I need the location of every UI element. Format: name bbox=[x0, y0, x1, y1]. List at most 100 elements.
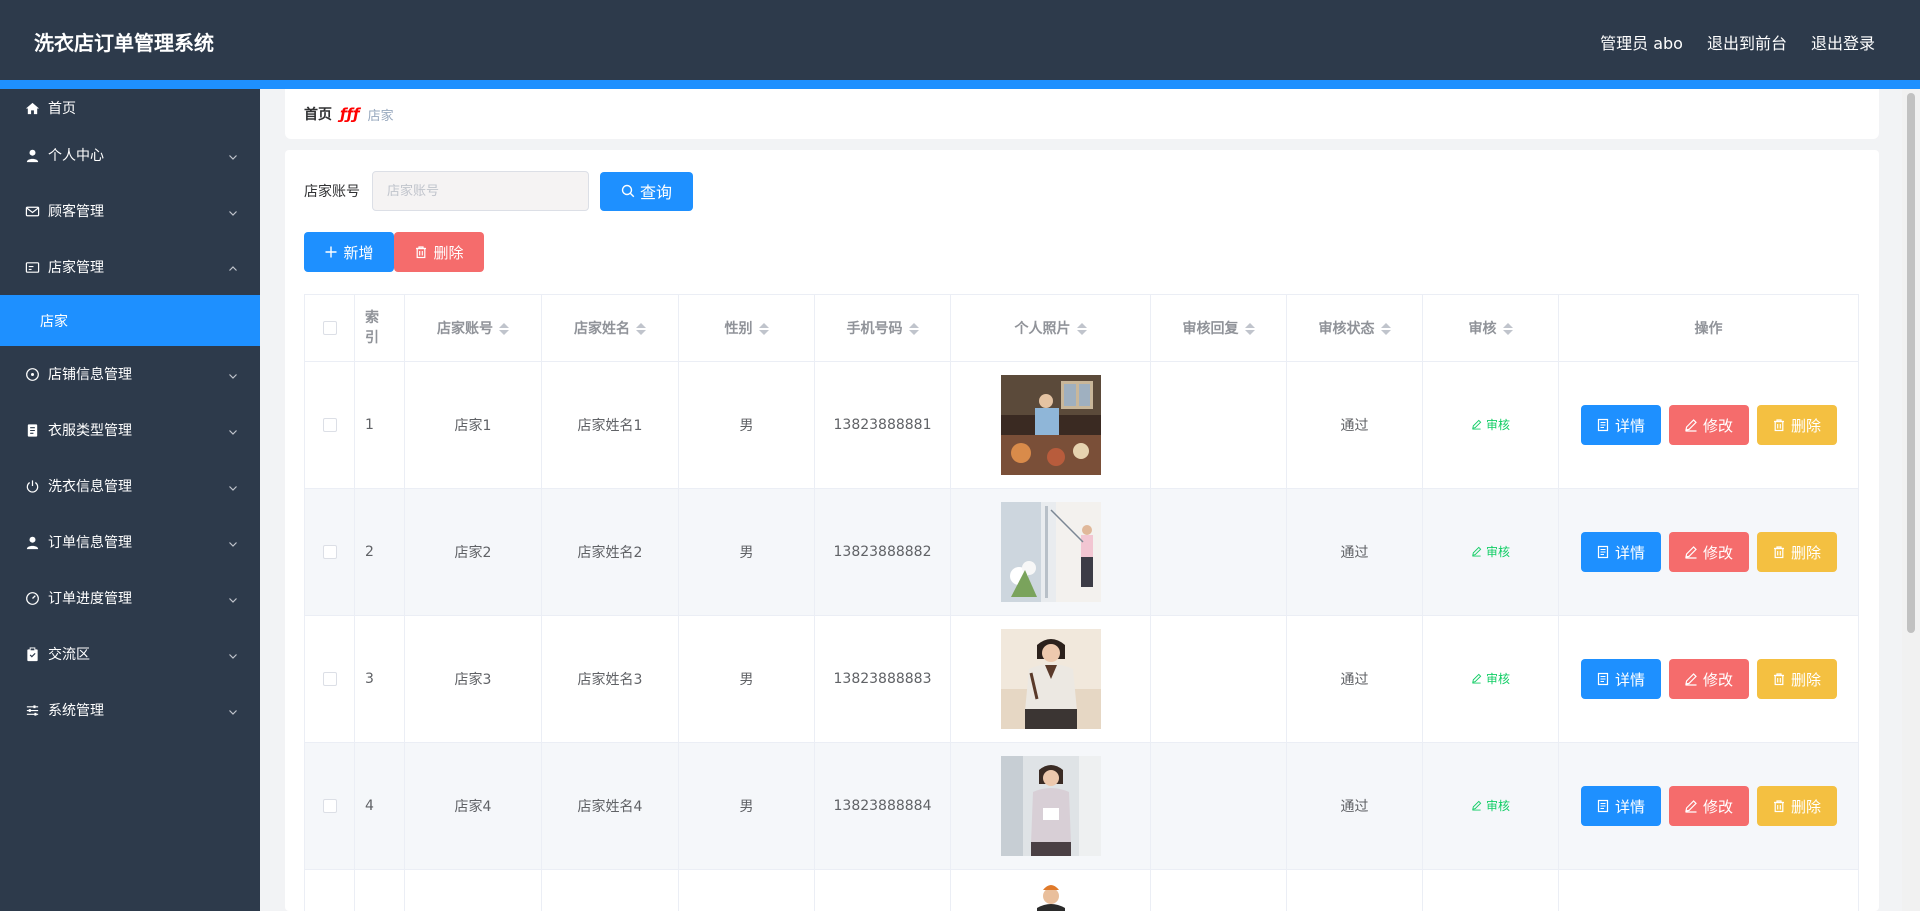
edit-icon bbox=[1685, 800, 1697, 813]
shop-photo[interactable] bbox=[1000, 882, 1101, 911]
header-ops-label: 操作 bbox=[1694, 321, 1723, 337]
sidebar-item-customer-management[interactable]: 顾客管理 bbox=[0, 183, 260, 239]
shop-photo[interactable] bbox=[1000, 375, 1101, 475]
header-reply-label: 审核回复 bbox=[1182, 321, 1239, 337]
chevron-up-icon bbox=[228, 262, 238, 272]
row-checkbox[interactable] bbox=[322, 799, 337, 813]
header-gender[interactable]: 性别 bbox=[678, 294, 815, 362]
cell-ops: 详情 修改 删除 bbox=[1558, 615, 1859, 743]
audit-link-label: 审核 bbox=[1485, 545, 1510, 559]
sidebar-item-label: 个人中心 bbox=[48, 148, 104, 164]
document-icon bbox=[1597, 672, 1609, 686]
row-checkbox[interactable] bbox=[322, 672, 337, 686]
delete-button[interactable]: 删除 bbox=[1756, 659, 1837, 699]
cell-status: 通过 bbox=[1286, 615, 1423, 743]
edit-icon bbox=[1472, 673, 1482, 684]
plus-icon bbox=[325, 246, 337, 258]
delete-button[interactable]: 删除 bbox=[1756, 786, 1837, 826]
cell-ops bbox=[1558, 869, 1859, 911]
select-all-checkbox[interactable] bbox=[322, 321, 337, 335]
sidebar-item-laundry-info-management[interactable]: 洗衣信息管理 bbox=[0, 458, 260, 514]
sidebar-subitem-shop[interactable]: 店家 bbox=[0, 295, 260, 346]
sidebar-item-home[interactable]: 首页 bbox=[0, 89, 260, 127]
scrollbar-thumb[interactable] bbox=[1907, 93, 1915, 633]
sort-caret-icon[interactable] bbox=[758, 323, 769, 335]
edit-button[interactable]: 修改 bbox=[1668, 532, 1749, 572]
header-phone[interactable]: 手机号码 bbox=[814, 294, 951, 362]
cell-index: 4 bbox=[354, 742, 405, 870]
shop-photo[interactable] bbox=[1000, 502, 1101, 602]
cell-reply bbox=[1150, 488, 1287, 616]
batch-delete-button[interactable]: 删除 bbox=[394, 232, 484, 272]
cell-account: 店家1 bbox=[404, 361, 542, 489]
header-audit[interactable]: 审核 bbox=[1422, 294, 1559, 362]
sort-caret-icon[interactable] bbox=[908, 323, 919, 335]
select-all-cell bbox=[304, 294, 355, 362]
cell-audit bbox=[1422, 869, 1559, 911]
sort-caret-icon[interactable] bbox=[1502, 323, 1513, 335]
trash-icon bbox=[1773, 419, 1784, 432]
sidebar-item-order-info-management[interactable]: 订单信息管理 bbox=[0, 514, 260, 570]
header-account[interactable]: 店家账号 bbox=[404, 294, 542, 362]
shop-photo[interactable] bbox=[1000, 756, 1101, 856]
delete-button[interactable]: 删除 bbox=[1756, 532, 1837, 572]
sort-caret-icon[interactable] bbox=[1380, 323, 1391, 335]
row-checkbox[interactable] bbox=[322, 418, 337, 432]
delete-button[interactable]: 删除 bbox=[1756, 405, 1837, 445]
sidebar-item-personal-center[interactable]: 个人中心 bbox=[0, 127, 260, 183]
cell-phone: 13823888884 bbox=[814, 742, 951, 870]
logout-link[interactable]: 退出登录 bbox=[1811, 30, 1875, 54]
sidebar-item-shop-management[interactable]: 店家管理 bbox=[0, 239, 260, 295]
page-scrollbar[interactable] bbox=[1902, 89, 1920, 911]
cell-phone: 13823888881 bbox=[814, 361, 951, 489]
shop-account-search-input[interactable] bbox=[372, 171, 589, 211]
sidebar-item-order-progress-management[interactable]: 订单进度管理 bbox=[0, 570, 260, 626]
sidebar-item-system-management[interactable]: 系统管理 bbox=[0, 682, 260, 738]
query-button[interactable]: 查询 bbox=[600, 171, 693, 211]
sidebar-item-label: 订单信息管理 bbox=[48, 535, 132, 551]
detail-button[interactable]: 详情 bbox=[1580, 786, 1661, 826]
edit-icon bbox=[1472, 800, 1482, 811]
edit-button[interactable]: 修改 bbox=[1668, 659, 1749, 699]
cell-name: 店家姓名3 bbox=[541, 615, 679, 743]
header-reply[interactable]: 审核回复 bbox=[1150, 294, 1287, 362]
header-name[interactable]: 店家姓名 bbox=[541, 294, 679, 362]
shop-photo[interactable] bbox=[1000, 629, 1101, 729]
sidebar-item-forum[interactable]: 交流区 bbox=[0, 626, 260, 682]
sidebar-item-label: 系统管理 bbox=[48, 703, 104, 719]
detail-button[interactable]: 详情 bbox=[1580, 659, 1661, 699]
trash-icon bbox=[416, 246, 427, 259]
detail-button[interactable]: 详情 bbox=[1580, 532, 1661, 572]
add-button[interactable]: 新增 bbox=[304, 232, 394, 272]
cell-photo bbox=[950, 742, 1151, 870]
sidebar-item-clothing-type-management[interactable]: 衣服类型管理 bbox=[0, 402, 260, 458]
power-icon bbox=[24, 478, 40, 494]
breadcrumb-separator-icon: ƒƒƒ bbox=[340, 105, 360, 123]
chevron-down-icon bbox=[228, 649, 238, 659]
audit-link[interactable]: 审核 bbox=[1471, 797, 1510, 814]
sidebar-item-label: 店家管理 bbox=[48, 260, 104, 276]
cell-ops: 详情 修改 删除 bbox=[1558, 488, 1859, 616]
sidebar-item-store-info-management[interactable]: 店铺信息管理 bbox=[0, 346, 260, 402]
header-photo[interactable]: 个人照片 bbox=[950, 294, 1151, 362]
search-icon bbox=[621, 184, 635, 198]
header-status[interactable]: 审核状态 bbox=[1286, 294, 1423, 362]
sort-caret-icon[interactable] bbox=[636, 323, 646, 335]
sort-caret-icon[interactable] bbox=[1244, 323, 1255, 335]
row-checkbox[interactable] bbox=[322, 545, 337, 559]
sort-caret-icon[interactable] bbox=[1076, 323, 1087, 335]
audit-link[interactable]: 审核 bbox=[1471, 543, 1510, 560]
sort-caret-icon[interactable] bbox=[499, 323, 509, 335]
cell-name bbox=[541, 869, 679, 911]
edit-button[interactable]: 修改 bbox=[1668, 405, 1749, 445]
edit-button-label: 修改 bbox=[1702, 797, 1733, 816]
cell-photo bbox=[950, 615, 1151, 743]
breadcrumb-home[interactable]: 首页 bbox=[304, 104, 332, 124]
cell-photo bbox=[950, 361, 1151, 489]
edit-button[interactable]: 修改 bbox=[1668, 786, 1749, 826]
audit-link[interactable]: 审核 bbox=[1471, 416, 1510, 433]
detail-button[interactable]: 详情 bbox=[1580, 405, 1661, 445]
cell-index bbox=[354, 869, 405, 911]
audit-link[interactable]: 审核 bbox=[1471, 670, 1510, 687]
exit-to-front-link[interactable]: 退出到前台 bbox=[1707, 30, 1787, 54]
